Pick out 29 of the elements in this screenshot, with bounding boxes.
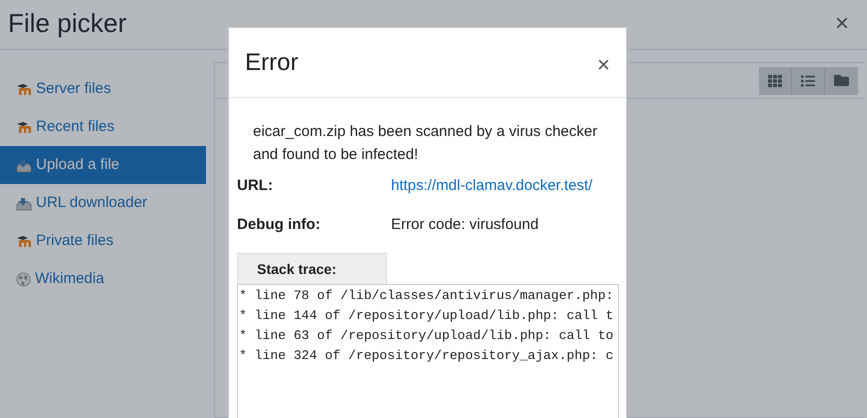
- globe-icon: [16, 272, 31, 286]
- sidebar-item[interactable]: URL downloader: [0, 184, 206, 222]
- upload-tray-icon: [16, 196, 32, 210]
- stack-trace-line: * line 78 of /lib/classes/antivirus/manager.php:: [239, 287, 614, 305]
- error-message: eicar_com.zip has been scanned by a virus checker and found to be infected!: [252, 122, 598, 165]
- moodle-icon: [16, 235, 32, 247]
- window-title: File picker: [8, 7, 126, 40]
- sidebar-item[interactable]: Server files: [0, 70, 206, 108]
- sidebar-item[interactable]: Upload a file: [0, 146, 206, 184]
- moodle-icon: [16, 83, 32, 95]
- sidebar-item[interactable]: Recent files: [0, 108, 206, 146]
- field-label: URL:: [237, 176, 274, 196]
- list-icon: [801, 74, 815, 88]
- close-button[interactable]: ×: [834, 12, 849, 36]
- field-label: Debug info:: [237, 214, 322, 235]
- folder-icon: [834, 73, 849, 88]
- sidebar-item[interactable]: Private files: [0, 222, 206, 260]
- sidebar-item[interactable]: Wikimedia: [0, 260, 206, 298]
- stack-trace-line: * line 144 of /repository/upload/lib.php: call t: [239, 307, 614, 325]
- moodle-icon: [16, 121, 32, 133]
- url-link[interactable]: https://mdl-clamav.docker.test/: [391, 174, 592, 198]
- upload-tray-icon: [16, 158, 32, 172]
- stack-trace-line: * line 63 of /repository/upload/lib.php: call to: [239, 327, 614, 345]
- dialog-title: Error: [245, 48, 298, 78]
- close-button[interactable]: ×: [597, 54, 610, 76]
- field-value: Error code: virusfound: [391, 214, 539, 235]
- grid-icon: [768, 74, 782, 88]
- stack-trace-tab[interactable]: Stack trace:: [237, 253, 387, 284]
- stack-trace-line: * line 324 of /repository/repository_ajax.php: c: [239, 347, 614, 365]
